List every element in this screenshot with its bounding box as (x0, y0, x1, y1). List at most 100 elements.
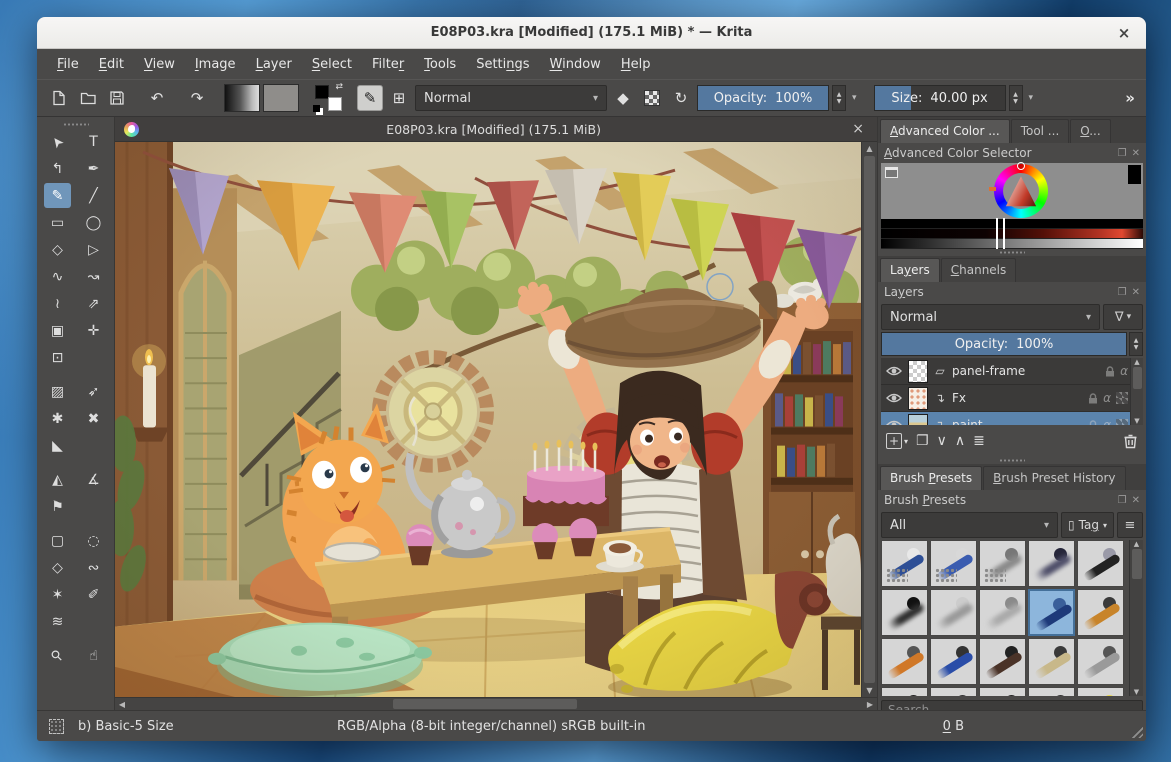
toolbox-drag-handle[interactable] (37, 120, 114, 128)
brush-preset[interactable] (1077, 687, 1124, 696)
move-layer-down-button[interactable]: ∨ (937, 433, 947, 449)
polygon-tool[interactable]: ◇ (44, 237, 71, 262)
menu-edit[interactable]: Edit (89, 52, 134, 77)
float-docker-icon[interactable]: ❐ (1118, 495, 1127, 506)
layer-filter-button[interactable]: ∇ ▾ (1103, 304, 1143, 330)
alpha-lock-icon[interactable]: α (1120, 364, 1128, 378)
scroll-right-icon[interactable]: ▶ (863, 698, 877, 710)
brush-preset[interactable] (930, 687, 977, 696)
foreground-background-colors[interactable]: ⇄ (313, 84, 343, 112)
freehand-selection-tool[interactable]: ∾ (80, 555, 107, 580)
toolbar-overflow-button[interactable]: » (1125, 89, 1137, 107)
brush-presets-docker-header[interactable]: Brush Presets ❐ ✕ (878, 490, 1146, 510)
brush-preset[interactable] (1028, 540, 1075, 587)
layer-visibility-icon[interactable] (886, 362, 903, 381)
layer-list-scrollbar[interactable]: ▲▼ (1130, 358, 1143, 425)
alpha-lock-icon[interactable]: α (1103, 418, 1111, 425)
brush-preset[interactable] (1077, 589, 1124, 636)
smart-patch-tool[interactable]: ✱ (44, 406, 71, 431)
dynamic-brush-tool[interactable]: ≀ (44, 291, 71, 316)
canvas-vscrollbar[interactable]: ▲ ▼ (861, 142, 877, 697)
size-spinbox[interactable]: ▲▼ (1009, 85, 1023, 111)
preset-scrollbar[interactable]: ▲▼ (1129, 540, 1143, 696)
layer-row[interactable]: ↴paintα (881, 412, 1143, 425)
calligraphy-tool[interactable]: ✒ (80, 156, 107, 181)
reset-colors-icon[interactable] (313, 105, 320, 112)
polygonal-selection-tool[interactable]: ◇ (44, 555, 71, 580)
edit-shapes-tool[interactable]: ↰ (44, 156, 71, 181)
color-selector-docker-header[interactable]: Advanced Color Selector ❐ ✕ (878, 143, 1146, 163)
lightness-bar[interactable] (881, 239, 1143, 249)
layer-visibility-icon[interactable] (886, 416, 903, 426)
advanced-color-selector[interactable] (881, 163, 1143, 219)
layer-row[interactable]: ▱panel-frameα (881, 358, 1143, 385)
assistants-tool[interactable]: ◭ (44, 467, 71, 492)
brush-preset[interactable] (1077, 540, 1124, 587)
memory-usage[interactable]: 0 B (943, 719, 964, 734)
brush-preset[interactable] (979, 540, 1026, 587)
blending-mode-dropdown[interactable]: Normal ▾ (415, 85, 607, 111)
brush-preset[interactable] (930, 638, 977, 685)
add-layer-button[interactable]: +▾ (886, 433, 908, 449)
color-sampler-tool[interactable]: ➶ (80, 379, 107, 404)
size-dropdown-icon[interactable]: ▾ (1026, 93, 1037, 103)
brush-preset[interactable] (881, 687, 928, 696)
close-docker-icon[interactable]: ✕ (1132, 495, 1140, 506)
size-slider[interactable]: Size: 40.00 px (874, 85, 1006, 111)
color-selector-settings-icon[interactable] (885, 167, 898, 178)
reload-preset-button[interactable]: ↻ (668, 85, 694, 111)
red-channel-bar[interactable] (881, 229, 1143, 239)
inherit-alpha-icon[interactable] (1116, 392, 1128, 404)
value-bar[interactable] (881, 219, 1143, 229)
gradient-chooser[interactable] (224, 84, 260, 112)
reference-images-tool[interactable]: ⚑ (44, 494, 71, 519)
bezier-curve-tool[interactable]: ∿ (44, 264, 71, 289)
vscroll-thumb[interactable] (864, 156, 875, 683)
duplicate-layer-button[interactable]: ❐ (916, 433, 929, 449)
pattern-chooser[interactable] (263, 84, 299, 112)
close-docker-icon[interactable]: ✕ (1132, 287, 1140, 298)
brush-preset[interactable] (1028, 589, 1075, 636)
magnetic-selection-tool[interactable]: ≋ (44, 609, 71, 634)
ellipse-tool[interactable]: ◯ (80, 210, 107, 235)
brush-preset[interactable] (881, 638, 928, 685)
subwindow-titlebar[interactable]: E08P03.kra [Modified] (175.1 MiB) × (115, 117, 877, 142)
multibrush-tool[interactable]: ⇗ (80, 291, 107, 316)
menu-settings[interactable]: Settings (466, 52, 539, 77)
lightness-bar-handle[interactable] (996, 238, 1005, 249)
hue-marker[interactable] (1017, 162, 1025, 170)
open-document-button[interactable] (75, 85, 101, 111)
brush-preset[interactable] (930, 540, 977, 587)
preset-view-mode-button[interactable]: ≡ (1117, 512, 1143, 538)
brush-preset[interactable] (881, 589, 928, 636)
window-close-button[interactable]: × (1115, 24, 1133, 42)
brush-preset[interactable] (1028, 638, 1075, 685)
select-shapes-tool[interactable]: ➤ (44, 129, 71, 154)
window-titlebar[interactable]: E08P03.kra [Modified] (175.1 MiB) * — Kr… (37, 17, 1146, 49)
menu-layer[interactable]: Layer (246, 52, 302, 77)
similar-color-selection-tool[interactable]: ✶ (44, 582, 71, 607)
brush-preset-chooser-button[interactable]: ✎ (357, 85, 383, 111)
layer-blending-mode-dropdown[interactable]: Normal ▾ (881, 304, 1100, 330)
measure-tool[interactable]: ∡ (80, 467, 107, 492)
selection-mode-icon[interactable] (49, 719, 64, 734)
menu-image[interactable]: Image (185, 52, 246, 77)
layer-opacity-slider[interactable]: Opacity: 100% (881, 332, 1127, 356)
freehand-brush-tool[interactable]: ✎ (44, 183, 71, 208)
undo-button[interactable]: ↶ (144, 85, 170, 111)
canvas-hscrollbar[interactable]: ◀ ▶ (115, 697, 877, 710)
brush-preset[interactable] (930, 589, 977, 636)
float-docker-icon[interactable]: ❐ (1118, 148, 1127, 159)
brush-preset[interactable] (1077, 638, 1124, 685)
menu-filter[interactable]: Filter (362, 52, 414, 77)
brush-preset[interactable] (881, 540, 928, 587)
rectangle-tool[interactable]: ▭ (44, 210, 71, 235)
save-button[interactable] (104, 85, 130, 111)
pan-tool[interactable]: ☝ (80, 643, 107, 668)
redo-button[interactable]: ↷ (184, 85, 210, 111)
resize-grip-icon[interactable] (1129, 724, 1143, 738)
bezier-selection-tool[interactable]: ✐ (80, 582, 107, 607)
brush-preset[interactable] (979, 687, 1026, 696)
tab-brush-presets[interactable]: Brush Presets (880, 466, 982, 490)
move-layer-up-button[interactable]: ∧ (955, 433, 965, 449)
